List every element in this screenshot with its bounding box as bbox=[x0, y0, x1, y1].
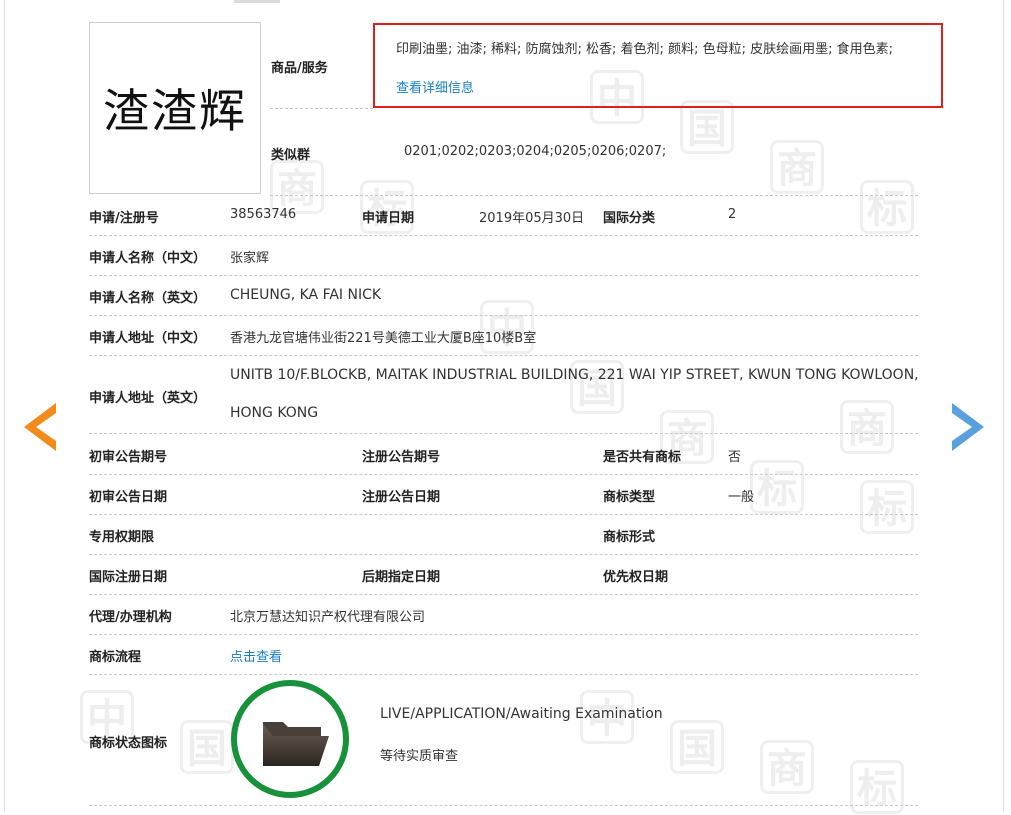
reg-no-label: 注册公告期号 bbox=[362, 450, 441, 465]
watermark-char: 商 bbox=[840, 400, 894, 454]
prelim-date-label: 初审公告日期 bbox=[89, 490, 168, 505]
divider bbox=[89, 433, 918, 434]
watermark-char: 标 bbox=[860, 480, 914, 534]
agent-label: 代理/办理机构 bbox=[89, 610, 172, 625]
divider bbox=[89, 235, 918, 236]
divider bbox=[89, 275, 918, 276]
watermark-char: 国 bbox=[180, 720, 234, 774]
address-en-label: 申请人地址（英文） bbox=[89, 391, 207, 406]
watermark-char: 标 bbox=[750, 460, 804, 514]
status-label: 商标状态图标 bbox=[89, 736, 168, 751]
later-date-label: 后期指定日期 bbox=[362, 570, 441, 585]
shared-value: 否 bbox=[728, 450, 742, 465]
applicant-cn-label: 申请人名称（中文） bbox=[89, 251, 207, 266]
watermark-char: 国 bbox=[680, 100, 734, 154]
shared-label: 是否共有商标 bbox=[603, 450, 682, 465]
trademark-name: 渣渣辉 bbox=[103, 84, 247, 138]
applicant-en-value: CHEUNG, KA FAI NICK bbox=[230, 287, 382, 303]
arrow-right-icon[interactable] bbox=[952, 403, 984, 451]
applicant-en-label: 申请人名称（英文） bbox=[89, 291, 207, 306]
divider bbox=[89, 514, 918, 515]
similar-group-label: 类似群 bbox=[271, 148, 311, 163]
process-label: 商标流程 bbox=[89, 650, 142, 665]
status-cn: 等待实质审查 bbox=[380, 749, 459, 764]
goods-label: 商品/服务 bbox=[271, 61, 328, 76]
divider bbox=[89, 634, 918, 635]
reg-date-label: 注册公告日期 bbox=[362, 490, 441, 505]
goods-detail-link[interactable]: 查看详细信息 bbox=[396, 77, 474, 96]
watermark-char: 标 bbox=[860, 180, 914, 234]
watermark-char: 商 bbox=[760, 740, 814, 794]
divider bbox=[89, 594, 918, 595]
watermark-char: 国 bbox=[670, 720, 724, 774]
intl-class-label: 国际分类 bbox=[603, 211, 656, 226]
watermark-char: 商 bbox=[770, 140, 824, 194]
app-no-label: 申请/注册号 bbox=[89, 211, 159, 226]
address-en-line2: HONG KONG bbox=[230, 405, 319, 421]
divider bbox=[89, 805, 918, 806]
folder-icon bbox=[263, 722, 329, 766]
divider bbox=[270, 108, 373, 109]
goods-items: 印刷油墨; 油漆; 稀料; 防腐蚀剂; 松香; 着色剂; 颜料; 色母粒; 皮肤… bbox=[396, 42, 893, 57]
divider bbox=[89, 474, 918, 475]
tm-type-value: 一般 bbox=[728, 490, 755, 505]
agent-value: 北京万慧达知识产权代理有限公司 bbox=[230, 610, 426, 625]
intl-class-value: 2 bbox=[728, 207, 737, 222]
app-date-label: 申请日期 bbox=[362, 211, 415, 226]
arrow-left-icon[interactable] bbox=[24, 403, 56, 451]
status-badge bbox=[231, 680, 349, 798]
tm-form-label: 商标形式 bbox=[603, 530, 656, 545]
divider bbox=[270, 195, 918, 196]
watermark-char: 商 bbox=[270, 160, 324, 214]
exclusive-period-label: 专用权期限 bbox=[89, 530, 155, 545]
address-cn-label: 申请人地址（中文） bbox=[89, 331, 207, 346]
priority-date-label: 优先权日期 bbox=[603, 570, 669, 585]
trademark-image: 渣渣辉 bbox=[89, 22, 261, 194]
app-date-value: 2019年05月30日 bbox=[479, 211, 585, 226]
divider bbox=[89, 355, 918, 356]
similar-group-value: 0201;0202;0203;0204;0205;0206;0207; bbox=[404, 144, 667, 159]
address-en-line1: UNITB 10/F.BLOCKB, MAITAK INDUSTRIAL BUI… bbox=[230, 367, 919, 383]
process-link[interactable]: 点击查看 bbox=[230, 646, 282, 665]
top-tab-marker bbox=[234, 0, 280, 3]
applicant-cn-value: 张家辉 bbox=[230, 251, 270, 266]
app-no-value: 38563746 bbox=[230, 207, 297, 222]
intl-reg-date-label: 国际注册日期 bbox=[89, 570, 168, 585]
divider bbox=[89, 554, 918, 555]
prelim-no-label: 初审公告期号 bbox=[89, 450, 168, 465]
tm-type-label: 商标类型 bbox=[603, 490, 656, 505]
divider bbox=[89, 674, 918, 675]
divider bbox=[89, 315, 918, 316]
address-cn-value: 香港九龙官塘伟业街221号美德工业大厦B座10楼B室 bbox=[230, 331, 537, 346]
status-en: LIVE/APPLICATION/Awaiting Examination bbox=[380, 706, 663, 722]
